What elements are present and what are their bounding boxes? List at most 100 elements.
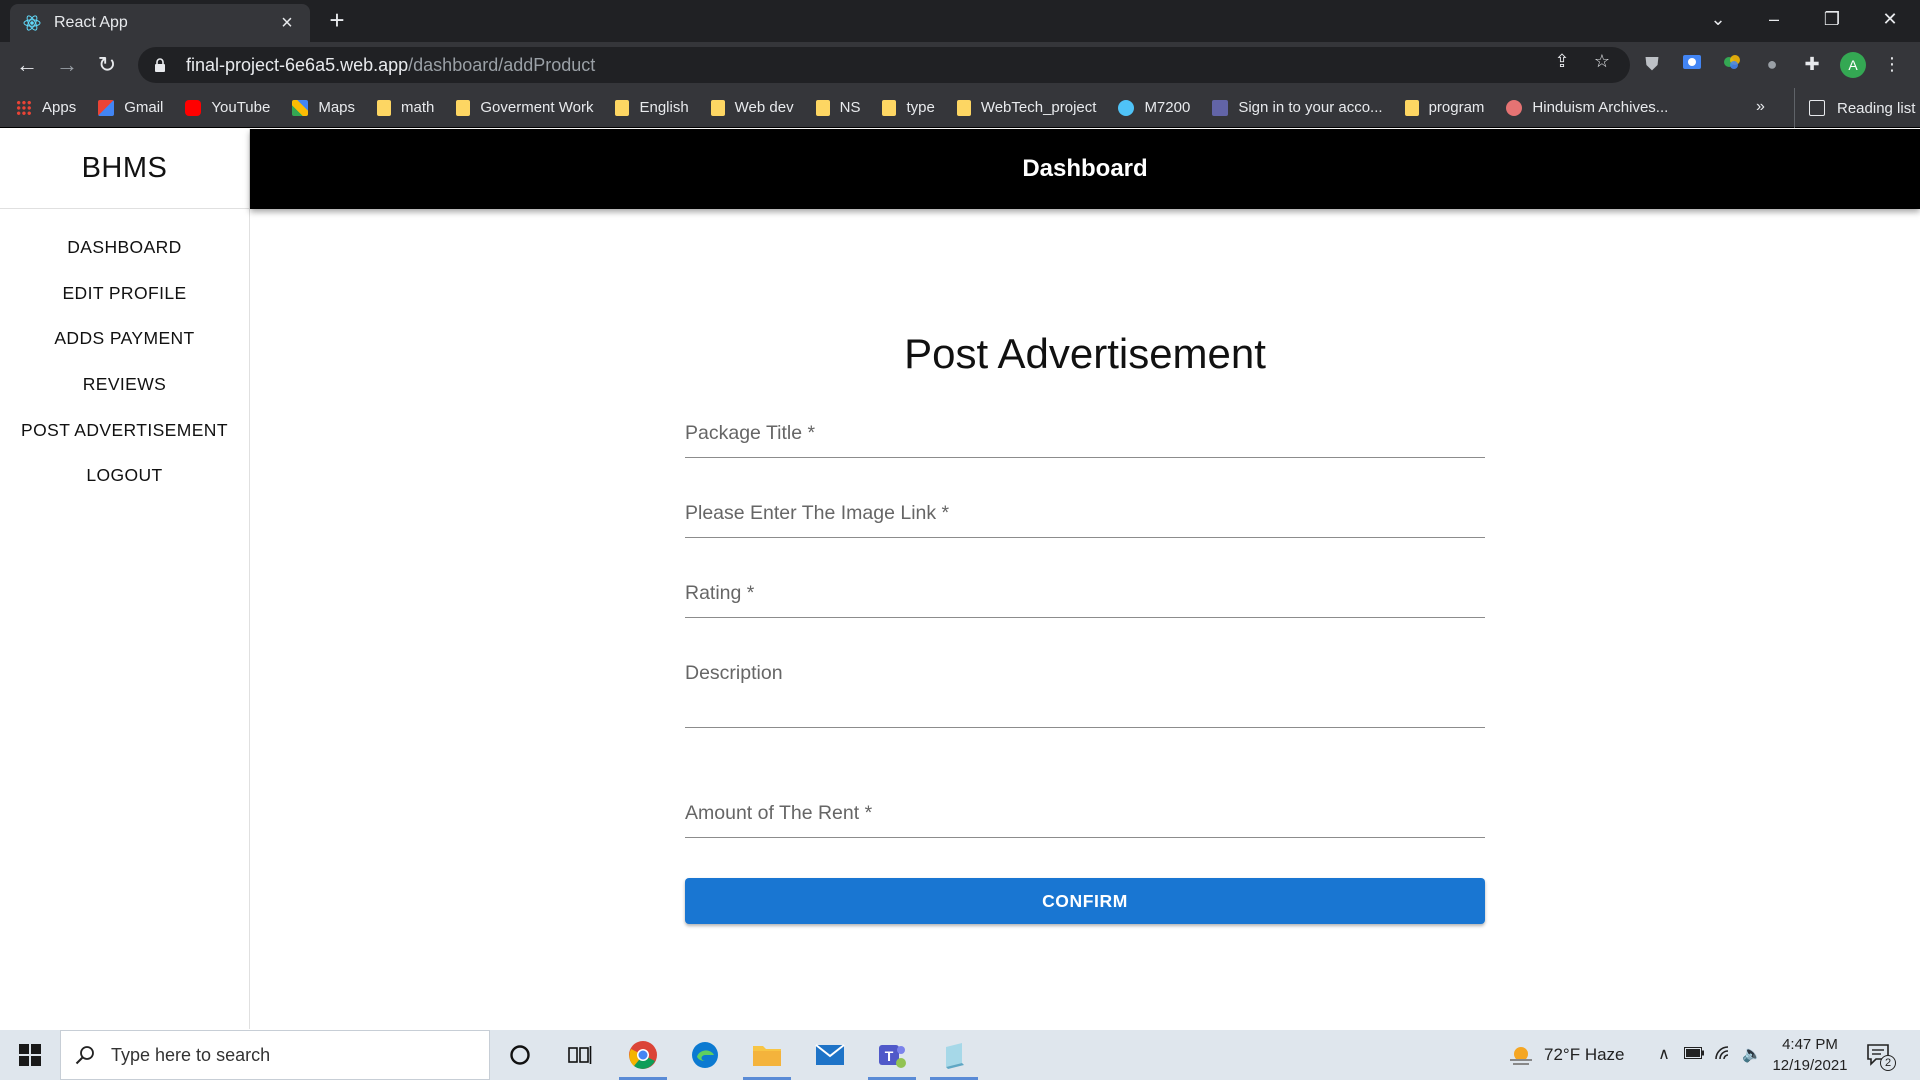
folder-icon [882, 99, 897, 116]
maps-icon [292, 99, 309, 116]
sidebar-item-dashboard[interactable]: DASHBOARD [0, 225, 249, 271]
weather-text: 72°F Haze [1544, 1045, 1625, 1064]
restore-icon[interactable]: ❐ [1804, 0, 1860, 38]
new-tab-icon[interactable]: + [322, 6, 352, 36]
kebab-menu-icon[interactable]: ⋮ [1880, 52, 1904, 76]
package-title-input[interactable] [685, 410, 1485, 458]
clock-date: 12/19/2021 [1772, 1057, 1848, 1074]
bookmark-program[interactable]: program [1404, 99, 1484, 116]
sidebar-item-post-advertisement[interactable]: POST ADVERTISEMENT [0, 407, 249, 453]
bookmark-ns[interactable]: NS [815, 99, 860, 116]
browser-tab[interactable]: React App × [10, 4, 310, 42]
image-link-field: Please Enter The Image Link * [685, 490, 1485, 538]
sidebar-item-logout[interactable]: LOGOUT [0, 453, 249, 499]
folder-icon [615, 99, 630, 116]
puzzle-extensions-icon[interactable]: ✚ [1800, 52, 1824, 76]
notification-center-icon[interactable]: 2 [1866, 1043, 1896, 1071]
reload-icon[interactable]: ↻ [92, 50, 122, 80]
wifi-icon[interactable] [1714, 1045, 1734, 1065]
bookmarks-bar: Apps Gmail YouTube Maps math Goverment W… [0, 88, 1920, 128]
package-title-field: Package Title * [685, 410, 1485, 458]
profile-avatar[interactable]: A [1840, 52, 1866, 78]
bookmarks-overflow-icon[interactable]: » [1756, 98, 1765, 116]
taskbar: Type here to search T 72°F Haze ∧ 🔈 4:47… [0, 1030, 1920, 1080]
apps-grid-icon [16, 99, 32, 116]
bookmark-goverment-work[interactable]: Goverment Work [456, 99, 593, 116]
url-host: final-project-6e6a5.web.app [186, 54, 409, 75]
router-icon [1118, 99, 1135, 116]
rent-amount-field: Amount of The Rent * [685, 790, 1485, 838]
reading-list-icon [1809, 100, 1825, 116]
sidebar: BHMS DASHBOARD EDIT PROFILE ADDS PAYMENT… [0, 129, 250, 1029]
file-explorer-icon[interactable] [737, 1030, 797, 1080]
image-link-input[interactable] [685, 490, 1485, 538]
description-input[interactable] [685, 650, 1485, 728]
folder-icon [1404, 99, 1419, 116]
bookmark-m7200[interactable]: M7200 [1118, 99, 1190, 116]
rent-amount-input[interactable] [685, 790, 1485, 838]
cortana-icon[interactable] [490, 1030, 550, 1080]
bookmark-apps[interactable]: Apps [16, 99, 76, 116]
bookmark-webtech-project[interactable]: WebTech_project [956, 99, 1096, 116]
confirm-button[interactable]: CONFIRM [685, 878, 1485, 924]
teams-icon [1212, 99, 1229, 116]
bookmark-youtube[interactable]: YouTube [185, 99, 270, 116]
folder-icon [456, 99, 471, 116]
sidebar-item-adds-payment[interactable]: ADDS PAYMENT [0, 316, 249, 362]
bookmark-sign-in[interactable]: Sign in to your acco... [1212, 99, 1383, 116]
bookmark-english[interactable]: English [615, 99, 689, 116]
teams-icon[interactable]: T [862, 1030, 922, 1080]
taskbar-search-box[interactable]: Type here to search [60, 1030, 490, 1080]
task-view-icon[interactable] [550, 1030, 610, 1080]
tab-title: React App [54, 14, 128, 31]
bookmark-web-dev[interactable]: Web dev [710, 99, 794, 116]
post-advertisement-form: Post Advertisement Package Title * Pleas… [685, 330, 1485, 924]
lock-icon [155, 58, 165, 72]
windows-start-icon[interactable] [0, 1030, 60, 1080]
react-logo-icon [23, 15, 41, 31]
close-tab-icon[interactable]: × [276, 13, 298, 33]
mail-icon[interactable] [800, 1030, 860, 1080]
folder-icon [377, 99, 392, 116]
system-clock[interactable]: 4:47 PM 12/19/2021 [1768, 1034, 1852, 1076]
url-path: /dashboard/addProduct [408, 54, 596, 75]
share-icon[interactable]: ⇪ [1552, 51, 1572, 71]
tab-search-icon[interactable]: ⌄ [1690, 0, 1746, 38]
color-extension-icon[interactable] [1720, 52, 1744, 76]
mic-extension-icon[interactable]: ● [1760, 52, 1784, 76]
battery-icon[interactable] [1684, 1045, 1704, 1065]
notification-count: 2 [1880, 1055, 1896, 1071]
edge-icon[interactable] [675, 1030, 735, 1080]
rating-input[interactable] [685, 570, 1485, 618]
search-placeholder: Type here to search [111, 1044, 271, 1065]
browser-tab-strip: React App × + ⌄ – ❐ ✕ [0, 0, 1920, 42]
description-field: Description [685, 650, 1485, 728]
volume-icon[interactable]: 🔈 [1742, 1045, 1762, 1065]
tray-expand-icon[interactable]: ∧ [1654, 1045, 1674, 1065]
bookmark-hinduism-archives[interactable]: Hinduism Archives... [1506, 99, 1668, 116]
chrome-icon[interactable] [613, 1030, 673, 1080]
shield-extension-icon[interactable]: ⛊ [1640, 52, 1664, 76]
bookmark-maps[interactable]: Maps [292, 99, 355, 116]
form-title: Post Advertisement [904, 330, 1266, 377]
page-title: Dashboard [1022, 155, 1148, 182]
bookmark-type[interactable]: type [882, 99, 935, 116]
bookmark-star-icon[interactable]: ☆ [1592, 51, 1612, 71]
screenshot-extension-icon[interactable] [1680, 52, 1704, 76]
search-icon [75, 1046, 94, 1065]
close-window-icon[interactable]: ✕ [1862, 0, 1918, 38]
forward-icon[interactable]: → [52, 50, 82, 80]
folder-icon [710, 99, 725, 116]
minimize-icon[interactable]: – [1746, 0, 1802, 38]
brand-logo[interactable]: BHMS [0, 129, 249, 209]
address-bar[interactable]: final-project-6e6a5.web.app/dashboard/ad… [138, 47, 1630, 83]
back-icon[interactable]: ← [12, 50, 42, 80]
clock-time: 4:47 PM [1782, 1036, 1838, 1053]
bookmark-math[interactable]: math [377, 99, 434, 116]
sidebar-item-reviews[interactable]: REVIEWS [0, 362, 249, 408]
weather-widget[interactable]: 72°F Haze [1508, 1030, 1625, 1080]
sidebar-item-edit-profile[interactable]: EDIT PROFILE [0, 271, 249, 317]
bookmark-gmail[interactable]: Gmail [98, 99, 163, 116]
reading-list-button[interactable]: Reading list [1794, 88, 1915, 128]
notepad-app-icon[interactable] [924, 1030, 984, 1080]
